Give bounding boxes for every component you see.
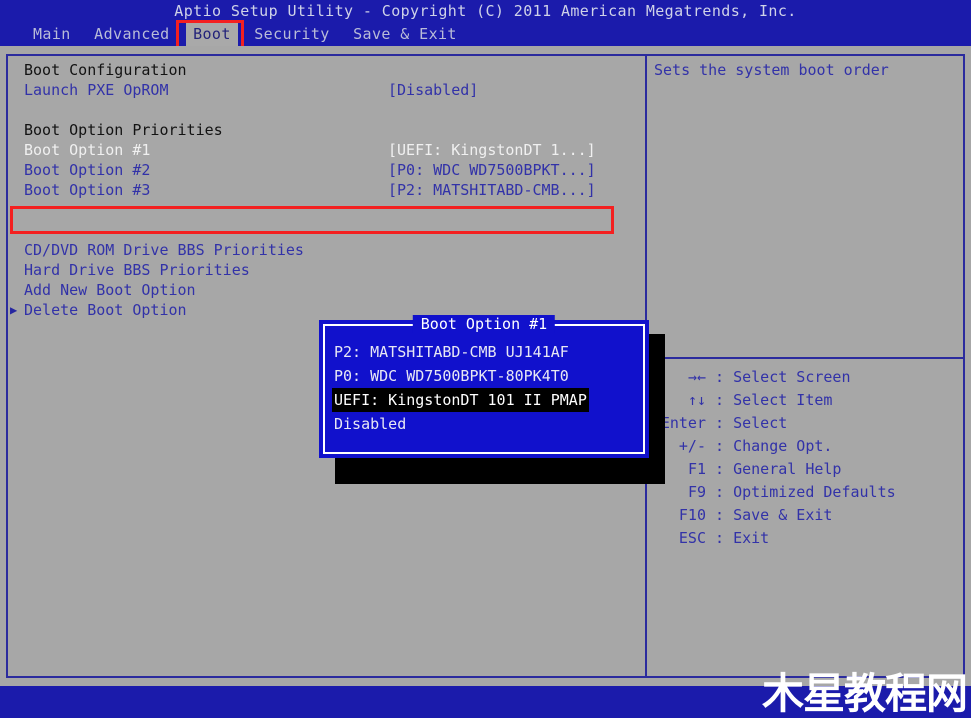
key-legend-row: →← : Select Screen: [654, 366, 964, 389]
menu-item-security[interactable]: Security: [247, 22, 336, 46]
popup-option-1[interactable]: P0: WDC WD7500BPKT-80PK4T0: [332, 364, 571, 388]
menu-gap: [177, 25, 186, 43]
row-label: Boot Option #3: [24, 181, 151, 199]
key-legend-row: F9 : Optimized Defaults: [654, 481, 964, 504]
key-legend-desc: : General Help: [715, 460, 842, 478]
key-legend-row: +/- : Change Opt.: [654, 435, 964, 458]
row-value[interactable]: [P2: MATSHITABD-CMB...]: [388, 180, 596, 200]
menu-bar: Main Advanced Boot Security Save & Exit: [0, 22, 971, 46]
popup-row[interactable]: P0: WDC WD7500BPKT-80PK4T0: [332, 364, 639, 388]
row-label: Delete Boot Option: [24, 301, 187, 319]
boot-row-boot-option-3[interactable]: Boot Option #3 [P2: MATSHITABD-CMB...]: [8, 180, 638, 200]
key-legend: →← : Select Screen ↑↓ : Select Item Enter …: [654, 366, 964, 550]
key-legend-row: F1 : General Help: [654, 458, 964, 481]
footer-version-bar: Version 2.14.1219. Copyright (C) 2011 Am…: [0, 669, 971, 718]
boot-row-boot-option-1[interactable]: Boot Option #1 [UEFI: KingstonDT 1...]: [8, 140, 638, 160]
popup-row[interactable]: UEFI: KingstonDT 101 II PMAP: [332, 388, 639, 412]
popup-option-list: P2: MATSHITABD-CMB UJ141AF P0: WDC WD7500…: [332, 340, 639, 436]
popup-option-2[interactable]: UEFI: KingstonDT 101 II PMAP: [332, 388, 589, 412]
key-legend-desc: : Select: [715, 414, 788, 432]
popup-option-0[interactable]: P2: MATSHITABD-CMB UJ141AF: [332, 340, 571, 364]
row-label: Boot Option #1: [24, 141, 151, 159]
row-label: Boot Option #2: [24, 161, 151, 179]
popup-row[interactable]: Disabled: [332, 412, 639, 436]
key-legend-desc: : Optimized Defaults: [715, 483, 896, 501]
boot-options-list: Boot Configuration Launch PXE OpROM [Disab…: [8, 60, 638, 320]
submenu-arrow-icon: ▶: [10, 303, 18, 317]
bios-setup-screen: Aptio Setup Utility - Copyright (C) 2011…: [0, 0, 971, 718]
key-legend-key: F9: [687, 483, 706, 501]
boot-row-cd-dvd-rom-drive-bbs-priorities[interactable]: CD/DVD ROM Drive BBS Priorities: [8, 240, 638, 260]
boot-option-popup[interactable]: Boot Option #1 P2: MATSHITABD-CMB UJ141A…: [319, 315, 649, 458]
help-pane: Sets the system boot order: [654, 60, 964, 80]
menu-gap: [78, 25, 87, 43]
row-label: Hard Drive BBS Priorities: [24, 261, 250, 279]
key-legend-desc: : Exit: [715, 529, 770, 547]
key-legend-row: ESC : Exit: [654, 527, 964, 550]
menu-item-main[interactable]: Main: [26, 22, 78, 46]
key-legend-row: Enter : Select: [654, 412, 964, 435]
boot-row-boot-option-2[interactable]: Boot Option #2 [P0: WDC WD7500BPKT...]: [8, 160, 638, 180]
key-legend-desc: : Select Screen: [715, 368, 851, 386]
boot-row-hard-drive-bbs-priorities[interactable]: Hard Drive BBS Priorities: [8, 260, 638, 280]
help-key-divider: [647, 357, 963, 359]
boot-row-launch-pxe-oprom[interactable]: Launch PXE OpROM [Disabled]: [8, 80, 638, 100]
popup-option-3[interactable]: Disabled: [332, 412, 408, 436]
row-label: Add New Boot Option: [24, 281, 196, 299]
help-text: Sets the system boot order: [654, 61, 889, 79]
row-label: Boot Option Priorities: [24, 121, 223, 139]
row-label: CD/DVD ROM Drive BBS Priorities: [24, 241, 304, 259]
key-legend-desc: : Change Opt.: [715, 437, 833, 455]
site-watermark: 木星教程网: [761, 669, 968, 718]
row-label: Launch PXE OpROM: [24, 81, 169, 99]
key-legend-desc: : Save & Exit: [715, 506, 833, 524]
row-value[interactable]: [P0: WDC WD7500BPKT...]: [388, 160, 596, 180]
popup-title: Boot Option #1: [412, 315, 556, 333]
row-label: Boot Configuration: [24, 61, 187, 79]
key-legend-row: F10 : Save & Exit: [654, 504, 964, 527]
setup-body: Boot Configuration Launch PXE OpROM [Disab…: [0, 46, 971, 686]
frame-top-divider: [6, 54, 965, 56]
section-heading-boot-configuration: Boot Configuration: [8, 60, 638, 80]
menu-item-boot[interactable]: Boot: [186, 22, 238, 46]
key-legend-desc: : Select Item: [715, 391, 833, 409]
menu-item-save-exit[interactable]: Save & Exit: [346, 22, 464, 46]
menu-gap: [337, 25, 346, 43]
section-heading-boot-option-priorities: Boot Option Priorities: [8, 120, 638, 140]
key-legend-row: ↑↓ : Select Item: [654, 389, 964, 412]
row-value[interactable]: [UEFI: KingstonDT 1...]: [388, 140, 596, 160]
key-legend-key: F10: [678, 506, 706, 524]
menu-item-advanced[interactable]: Advanced: [87, 22, 176, 46]
key-legend-key: ESC: [678, 529, 706, 547]
menu-gap: [238, 25, 247, 43]
popup-inner-border: Boot Option #1 P2: MATSHITABD-CMB UJ141A…: [323, 315, 645, 454]
row-value[interactable]: [Disabled]: [388, 80, 478, 100]
window-title: Aptio Setup Utility - Copyright (C) 2011…: [0, 0, 971, 22]
boot-row-add-new-boot-option[interactable]: Add New Boot Option: [8, 280, 638, 300]
popup-row[interactable]: P2: MATSHITABD-CMB UJ141AF: [332, 340, 639, 364]
